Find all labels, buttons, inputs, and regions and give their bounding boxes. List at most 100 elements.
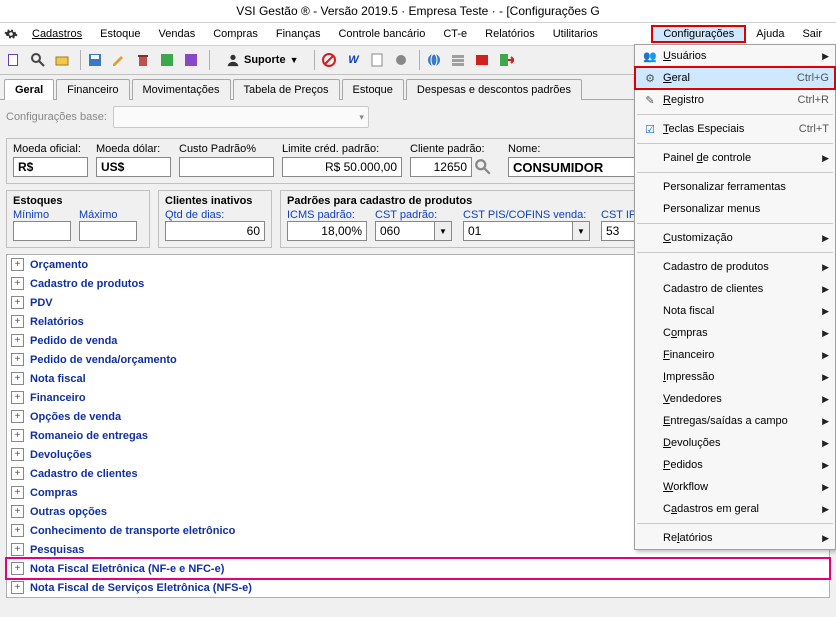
expand-icon[interactable]: + xyxy=(11,448,24,461)
limite-input[interactable] xyxy=(282,157,402,177)
qtd-dias-input[interactable] xyxy=(165,221,265,241)
icms-input[interactable] xyxy=(287,221,367,241)
tool-stack-icon[interactable] xyxy=(448,50,468,70)
menu-person-menu[interactable]: Personalizar menus xyxy=(635,198,835,220)
tool-find-icon[interactable] xyxy=(28,50,48,70)
expand-icon[interactable]: + xyxy=(11,391,24,404)
tab-estoque[interactable]: Estoque xyxy=(342,79,404,100)
tool-doc-icon[interactable] xyxy=(367,50,387,70)
menu-customizacao[interactable]: Customização▶ xyxy=(635,227,835,249)
menu-controle-bancario[interactable]: Controle bancário xyxy=(330,26,433,42)
custo-input[interactable] xyxy=(179,157,274,177)
menu-geral[interactable]: ⚙GeralCtrl+G xyxy=(635,67,835,89)
tool-exit-icon[interactable] xyxy=(496,50,516,70)
tool-save-icon[interactable] xyxy=(85,50,105,70)
menu-sair[interactable]: Sair xyxy=(794,26,830,42)
submenu-arrow-icon: ▶ xyxy=(822,233,829,244)
tab-geral[interactable]: Geral xyxy=(4,79,54,100)
tool-w-icon[interactable]: W xyxy=(343,50,363,70)
expand-icon[interactable]: + xyxy=(11,258,24,271)
app-gear-icon xyxy=(4,27,18,41)
tool-edit-icon[interactable] xyxy=(109,50,129,70)
tool-gear-icon[interactable] xyxy=(391,50,411,70)
expand-icon[interactable]: + xyxy=(11,334,24,347)
menu-workflow[interactable]: Workflow▶ xyxy=(635,476,835,498)
cliente-input[interactable] xyxy=(410,157,472,177)
submenu-arrow-icon: ▶ xyxy=(822,372,829,383)
menu-relatorios[interactable]: Relatórios▶ xyxy=(635,527,835,549)
tab-despesas[interactable]: Despesas e descontos padrões xyxy=(406,79,582,100)
expand-icon[interactable]: + xyxy=(11,581,24,594)
tab-financeiro[interactable]: Financeiro xyxy=(56,79,129,100)
menu-ajuda[interactable]: Ajuda xyxy=(748,26,792,42)
expand-icon[interactable]: + xyxy=(11,353,24,366)
magnify-icon[interactable] xyxy=(474,158,492,176)
menu-configuracoes[interactable]: Configurações xyxy=(651,25,746,43)
expand-icon[interactable]: + xyxy=(11,296,24,309)
menu-entregas[interactable]: Entregas/saídas a campo▶ xyxy=(635,410,835,432)
expand-icon[interactable]: + xyxy=(11,524,24,537)
menu-vendedores[interactable]: Vendedores▶ xyxy=(635,388,835,410)
submenu-arrow-icon: ▶ xyxy=(822,262,829,273)
tab-tabela-precos[interactable]: Tabela de Preços xyxy=(233,79,340,100)
expand-icon[interactable]: + xyxy=(11,372,24,385)
tool-purple-icon[interactable] xyxy=(181,50,201,70)
min-input[interactable] xyxy=(13,221,71,241)
menu-nota[interactable]: Nota fiscal▶ xyxy=(635,300,835,322)
menu-financeiro2[interactable]: Financeiro▶ xyxy=(635,344,835,366)
expand-icon[interactable]: + xyxy=(11,315,24,328)
expand-icon[interactable]: + xyxy=(11,467,24,480)
tree-label: Opções de venda xyxy=(30,411,121,423)
menu-registro[interactable]: ✎RegistroCtrl+R xyxy=(635,89,835,111)
menu-cadastros[interactable]: Cadastros xyxy=(24,26,90,42)
expand-icon[interactable]: + xyxy=(11,410,24,423)
tree-row[interactable]: +Nota Fiscal de Serviços Eletrônica (NFS… xyxy=(7,578,829,597)
expand-icon[interactable]: + xyxy=(11,543,24,556)
expand-icon[interactable]: + xyxy=(11,429,24,442)
max-input[interactable] xyxy=(79,221,137,241)
tool-trash-icon[interactable] xyxy=(133,50,153,70)
expand-icon[interactable]: + xyxy=(11,505,24,518)
tool-world-icon[interactable] xyxy=(424,50,444,70)
menu-cte[interactable]: CT-e xyxy=(435,26,475,42)
icms-label: ICMS padrão: xyxy=(287,209,367,221)
menu-devolucoes[interactable]: Devoluções▶ xyxy=(635,432,835,454)
tool-green-icon[interactable] xyxy=(157,50,177,70)
menu-painel[interactable]: Painel de controle▶ xyxy=(635,147,835,169)
moeda-dolar-input[interactable] xyxy=(96,157,171,177)
menu-relatorios[interactable]: Relatórios xyxy=(477,26,543,42)
menu-usuarios[interactable]: 👥Usuários▶ xyxy=(635,45,835,67)
menubar: Cadastros Estoque Vendas Compras Finança… xyxy=(0,23,836,46)
menu-impressao[interactable]: Impressão▶ xyxy=(635,366,835,388)
tool-redstack-icon[interactable] xyxy=(472,50,492,70)
menu-cad-cli[interactable]: Cadastro de clientes▶ xyxy=(635,278,835,300)
menu-compras[interactable]: Compras xyxy=(205,26,266,42)
menu-teclas[interactable]: ☑Teclas EspeciaisCtrl+T xyxy=(635,118,835,140)
menu-estoque[interactable]: Estoque xyxy=(92,26,148,42)
menu-pedidos[interactable]: Pedidos▶ xyxy=(635,454,835,476)
tree-row[interactable]: +Nota Fiscal Eletrônica (NF-e e NFC-e) xyxy=(7,559,829,578)
chevron-down-icon[interactable]: ▼ xyxy=(435,221,452,241)
tool-red-circle-icon[interactable] xyxy=(319,50,339,70)
config-base-combo[interactable]: ▾ xyxy=(113,106,369,128)
chevron-down-icon[interactable]: ▼ xyxy=(573,221,590,241)
pis-input[interactable] xyxy=(463,221,573,241)
expand-icon[interactable]: + xyxy=(11,277,24,290)
cst-input[interactable] xyxy=(375,221,435,241)
tab-movimentacoes[interactable]: Movimentações xyxy=(132,79,231,100)
menu-person-ferr[interactable]: Personalizar ferramentas xyxy=(635,176,835,198)
expand-icon[interactable]: + xyxy=(11,486,24,499)
menu-cad-prod[interactable]: Cadastro de produtos▶ xyxy=(635,256,835,278)
menu-compras[interactable]: Compras▶ xyxy=(635,322,835,344)
expand-icon[interactable]: + xyxy=(11,562,24,575)
moeda-oficial-input[interactable] xyxy=(13,157,88,177)
suporte-button[interactable]: Suporte ▼ xyxy=(218,51,306,69)
menu-utilitarios[interactable]: Utilitarios xyxy=(545,26,606,42)
menu-separator xyxy=(637,172,833,173)
menu-cad-geral[interactable]: Cadastros em geral▶ xyxy=(635,498,835,520)
tool-box-icon[interactable] xyxy=(52,50,72,70)
menu-vendas[interactable]: Vendas xyxy=(151,26,204,42)
tool-book-icon[interactable] xyxy=(4,50,24,70)
menu-financas[interactable]: Finanças xyxy=(268,26,329,42)
cst-label: CST padrão: xyxy=(375,209,455,221)
